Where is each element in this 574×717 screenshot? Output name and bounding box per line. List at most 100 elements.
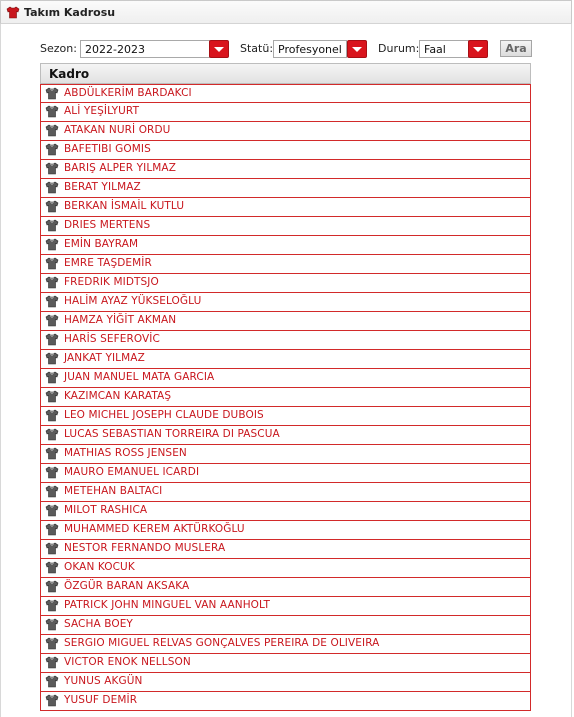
- table-row[interactable]: ABDÜLKERİM BARDAKCI: [40, 84, 531, 103]
- player-name-link[interactable]: VICTOR ENOK NELLSON: [64, 656, 191, 668]
- table-row[interactable]: MUHAMMED KEREM AKTÜRKOĞLU: [40, 521, 531, 540]
- player-name-link[interactable]: MUHAMMED KEREM AKTÜRKOĞLU: [64, 523, 245, 535]
- player-name-link[interactable]: LEO MICHEL JOSEPH CLAUDE DUBOIS: [64, 409, 264, 421]
- player-name-link[interactable]: NESTOR FERNANDO MUSLERA: [64, 542, 225, 554]
- jersey-icon: [45, 390, 59, 403]
- filter-bar: Sezon: 2022-2023 Statü: Profesyonel Duru…: [0, 40, 574, 60]
- player-name-link[interactable]: SERGIO MIGUEL RELVAS GONÇALVES PEREIRA D…: [64, 637, 379, 649]
- table-row[interactable]: NESTOR FERNANDO MUSLERA: [40, 540, 531, 559]
- player-name-link[interactable]: JANKAT YILMAZ: [64, 352, 145, 364]
- player-name-link[interactable]: HALİM AYAZ YÜKSELOĞLU: [64, 295, 201, 307]
- player-name-link[interactable]: SACHA BOEY: [64, 618, 133, 630]
- table-row[interactable]: FREDRIK MIDTSJO: [40, 274, 531, 293]
- table-row[interactable]: JANKAT YILMAZ: [40, 350, 531, 369]
- player-name-link[interactable]: ABDÜLKERİM BARDAKCI: [64, 87, 192, 99]
- table-row[interactable]: MAURO EMANUEL ICARDI: [40, 464, 531, 483]
- jersey-icon: [45, 219, 59, 232]
- table-row[interactable]: MILOT RASHICA: [40, 502, 531, 521]
- jersey-icon: [45, 580, 59, 593]
- state-select[interactable]: Faal: [419, 40, 469, 58]
- jersey-icon: [45, 447, 59, 460]
- player-name-link[interactable]: BERAT YILMAZ: [64, 181, 141, 193]
- state-label: Durum:: [378, 42, 420, 55]
- player-name-link[interactable]: EMİN BAYRAM: [64, 238, 138, 250]
- player-name-link[interactable]: KAZIMCAN KARATAŞ: [64, 390, 171, 402]
- jersey-icon: [45, 656, 59, 669]
- player-name-link[interactable]: HARİS SEFEROVİC: [64, 333, 160, 345]
- table-row[interactable]: YUSUF DEMİR: [40, 692, 531, 711]
- table-row[interactable]: OKAN KOCUK: [40, 559, 531, 578]
- table-row[interactable]: EMRE TAŞDEMİR: [40, 255, 531, 274]
- jersey-icon: [45, 200, 59, 213]
- table-row[interactable]: BERAT YILMAZ: [40, 179, 531, 198]
- table-row[interactable]: BERKAN İSMAİL KUTLU: [40, 198, 531, 217]
- state-dropdown-button[interactable]: [468, 40, 488, 58]
- jersey-icon: [45, 314, 59, 327]
- jersey-icon: [45, 87, 59, 100]
- table-row[interactable]: HALİM AYAZ YÜKSELOĞLU: [40, 293, 531, 312]
- player-name-link[interactable]: BAFETIBI GOMIS: [64, 143, 151, 155]
- table-row[interactable]: METEHAN BALTACI: [40, 483, 531, 502]
- search-button[interactable]: Ara: [500, 40, 532, 57]
- jersey-icon: [45, 124, 59, 137]
- table-row[interactable]: LUCAS SEBASTIAN TORREIRA DI PASCUA: [40, 426, 531, 445]
- page-title: Takım Kadrosu: [24, 6, 116, 19]
- table-row[interactable]: HAMZA YİĞİT AKMAN: [40, 312, 531, 331]
- player-name-link[interactable]: MAURO EMANUEL ICARDI: [64, 466, 199, 478]
- table-row[interactable]: PATRICK JOHN MINGUEL VAN AANHOLT: [40, 597, 531, 616]
- table-row[interactable]: ÖZGÜR BARAN AKSAKA: [40, 578, 531, 597]
- jersey-icon: [45, 599, 59, 612]
- player-name-link[interactable]: OKAN KOCUK: [64, 561, 135, 573]
- table-row[interactable]: SACHA BOEY: [40, 616, 531, 635]
- player-name-link[interactable]: DRIES MERTENS: [64, 219, 150, 231]
- table-header: Kadro: [40, 63, 531, 84]
- jersey-icon: [45, 561, 59, 574]
- season-select[interactable]: 2022-2023: [80, 40, 210, 58]
- player-name-link[interactable]: BERKAN İSMAİL KUTLU: [64, 200, 184, 212]
- table-row[interactable]: DRIES MERTENS: [40, 217, 531, 236]
- status-dropdown-button[interactable]: [347, 40, 367, 58]
- player-name-link[interactable]: BARIŞ ALPER YILMAZ: [64, 162, 176, 174]
- jersey-icon: [45, 694, 59, 707]
- player-name-link[interactable]: PATRICK JOHN MINGUEL VAN AANHOLT: [64, 599, 270, 611]
- status-label: Statü:: [240, 42, 274, 55]
- jersey-icon: [45, 105, 59, 118]
- player-name-link[interactable]: YUNUS AKGÜN: [64, 675, 143, 687]
- player-name-link[interactable]: MILOT RASHICA: [64, 504, 147, 516]
- status-select[interactable]: Profesyonel: [273, 40, 347, 58]
- table-row[interactable]: BARIŞ ALPER YILMAZ: [40, 160, 531, 179]
- table-body: ABDÜLKERİM BARDAKCI ALİ YEŞİLYURT ATAKAN N…: [40, 84, 531, 711]
- jersey-icon: [45, 181, 59, 194]
- table-row[interactable]: MATHIAS ROSS JENSEN: [40, 445, 531, 464]
- table-row[interactable]: HARİS SEFEROVİC: [40, 331, 531, 350]
- jersey-icon: [45, 257, 59, 270]
- table-row[interactable]: YUNUS AKGÜN: [40, 673, 531, 692]
- player-name-link[interactable]: YUSUF DEMİR: [64, 694, 137, 706]
- player-name-link[interactable]: METEHAN BALTACI: [64, 485, 162, 497]
- jersey-icon: [45, 276, 59, 289]
- season-dropdown-button[interactable]: [209, 40, 229, 58]
- player-name-link[interactable]: MATHIAS ROSS JENSEN: [64, 447, 187, 459]
- table-row[interactable]: BAFETIBI GOMIS: [40, 141, 531, 160]
- player-name-link[interactable]: ÖZGÜR BARAN AKSAKA: [64, 580, 189, 592]
- jersey-icon: [45, 485, 59, 498]
- player-name-link[interactable]: LUCAS SEBASTIAN TORREIRA DI PASCUA: [64, 428, 280, 440]
- table-row[interactable]: ALİ YEŞİLYURT: [40, 103, 531, 122]
- jersey-icon: [45, 162, 59, 175]
- player-name-link[interactable]: JUAN MANUEL MATA GARCIA: [64, 371, 214, 383]
- player-name-link[interactable]: HAMZA YİĞİT AKMAN: [64, 314, 176, 326]
- player-name-link[interactable]: ATAKAN NURİ ORDU: [64, 124, 170, 136]
- table-row[interactable]: ATAKAN NURİ ORDU: [40, 122, 531, 141]
- table-row[interactable]: EMİN BAYRAM: [40, 236, 531, 255]
- jersey-icon: [45, 371, 59, 384]
- table-row[interactable]: KAZIMCAN KARATAŞ: [40, 388, 531, 407]
- season-label: Sezon:: [40, 42, 77, 55]
- jersey-icon: [45, 675, 59, 688]
- table-row[interactable]: LEO MICHEL JOSEPH CLAUDE DUBOIS: [40, 407, 531, 426]
- player-name-link[interactable]: ALİ YEŞİLYURT: [64, 105, 139, 117]
- table-row[interactable]: SERGIO MIGUEL RELVAS GONÇALVES PEREIRA D…: [40, 635, 531, 654]
- table-row[interactable]: VICTOR ENOK NELLSON: [40, 654, 531, 673]
- player-name-link[interactable]: FREDRIK MIDTSJO: [64, 276, 159, 288]
- table-row[interactable]: JUAN MANUEL MATA GARCIA: [40, 369, 531, 388]
- player-name-link[interactable]: EMRE TAŞDEMİR: [64, 257, 152, 269]
